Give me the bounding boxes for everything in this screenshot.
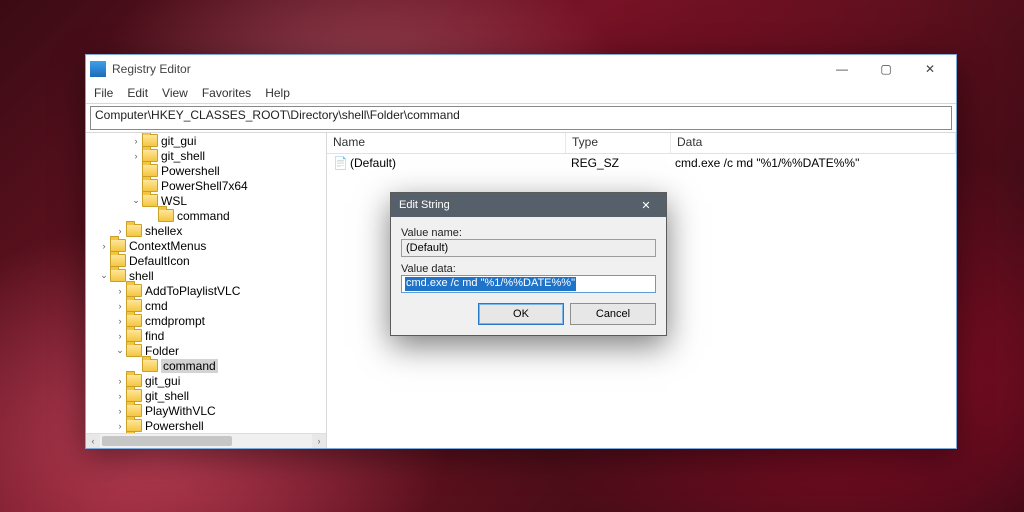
scroll-track[interactable] bbox=[100, 434, 312, 448]
column-header-name[interactable]: Name bbox=[327, 133, 566, 153]
tree-pane: ›git_gui ›git_shell Powershell PowerShel… bbox=[86, 133, 327, 448]
titlebar[interactable]: Registry Editor — ▢ ✕ bbox=[86, 55, 956, 83]
tree-node[interactable]: ⌄shell bbox=[86, 268, 326, 283]
value-name-field bbox=[401, 239, 656, 257]
dialog-titlebar[interactable]: Edit String ✕ bbox=[391, 193, 666, 217]
tree-node[interactable]: ›git_shell bbox=[86, 148, 326, 163]
close-icon: ✕ bbox=[641, 199, 650, 212]
cancel-button[interactable]: Cancel bbox=[570, 303, 656, 325]
value-data-selection: cmd.exe /c md "%1/%%DATE%%" bbox=[405, 277, 576, 291]
column-header-type[interactable]: Type bbox=[566, 133, 671, 153]
minimize-button[interactable]: — bbox=[820, 55, 864, 83]
scroll-left-button[interactable]: ‹ bbox=[86, 434, 100, 448]
tree-horizontal-scrollbar[interactable]: ‹ › bbox=[86, 433, 326, 448]
tree-node[interactable]: ›PlayWithVLC bbox=[86, 403, 326, 418]
tree-node[interactable]: ›shellex bbox=[86, 223, 326, 238]
folder-icon bbox=[142, 359, 158, 372]
ok-button[interactable]: OK bbox=[478, 303, 564, 325]
value-name-cell: (Default) bbox=[350, 156, 396, 170]
folder-icon bbox=[110, 269, 126, 282]
tree-node[interactable]: ⌄Folder bbox=[86, 343, 326, 358]
tree-node[interactable]: Powershell bbox=[86, 163, 326, 178]
tree-node[interactable]: ›git_shell bbox=[86, 388, 326, 403]
folder-icon bbox=[126, 344, 142, 357]
tree-node[interactable]: ›Powershell bbox=[86, 418, 326, 433]
tree-node-selected[interactable]: command bbox=[86, 358, 326, 373]
value-data-cell: cmd.exe /c md "%1/%%DATE%%" bbox=[669, 156, 956, 170]
menubar: File Edit View Favorites Help bbox=[86, 83, 956, 104]
tree-node[interactable]: ›cmd bbox=[86, 298, 326, 313]
tree-node[interactable]: ›git_gui bbox=[86, 373, 326, 388]
window-title: Registry Editor bbox=[112, 62, 820, 76]
value-type-cell: REG_SZ bbox=[565, 156, 669, 170]
column-headers[interactable]: Name Type Data bbox=[327, 133, 956, 154]
value-data-label: Value data: bbox=[401, 263, 656, 275]
tree-node[interactable]: ⌄WSL bbox=[86, 193, 326, 208]
menu-favorites[interactable]: Favorites bbox=[202, 86, 251, 100]
scroll-right-button[interactable]: › bbox=[312, 434, 326, 448]
menu-edit[interactable]: Edit bbox=[127, 86, 148, 100]
app-icon bbox=[90, 61, 106, 77]
tree-node[interactable]: ›git_gui bbox=[86, 133, 326, 148]
tree[interactable]: ›git_gui ›git_shell Powershell PowerShel… bbox=[86, 133, 326, 448]
menu-help[interactable]: Help bbox=[265, 86, 290, 100]
scroll-thumb[interactable] bbox=[102, 436, 232, 446]
tree-node[interactable]: PowerShell7x64 bbox=[86, 178, 326, 193]
edit-string-dialog: Edit String ✕ Value name: Value data: cm… bbox=[390, 192, 667, 336]
tree-node[interactable]: ›ContextMenus bbox=[86, 238, 326, 253]
tree-node[interactable]: ›AddToPlaylistVLC bbox=[86, 283, 326, 298]
dialog-close-button[interactable]: ✕ bbox=[634, 193, 658, 217]
string-value-icon: 📄 bbox=[333, 156, 347, 170]
close-window-button[interactable]: ✕ bbox=[908, 55, 952, 83]
folder-icon bbox=[142, 194, 158, 207]
column-header-data[interactable]: Data bbox=[671, 133, 956, 153]
tree-node[interactable]: DefaultIcon bbox=[86, 253, 326, 268]
dialog-title: Edit String bbox=[399, 199, 634, 211]
folder-icon bbox=[158, 209, 174, 222]
maximize-button[interactable]: ▢ bbox=[864, 55, 908, 83]
address-bar[interactable]: Computer\HKEY_CLASSES_ROOT\Directory\she… bbox=[90, 106, 952, 130]
value-name-label: Value name: bbox=[401, 227, 656, 239]
menu-file[interactable]: File bbox=[94, 86, 113, 100]
tree-node[interactable]: ›find bbox=[86, 328, 326, 343]
folder-icon bbox=[126, 224, 142, 237]
tree-node[interactable]: command bbox=[86, 208, 326, 223]
value-row[interactable]: 📄 (Default) REG_SZ cmd.exe /c md "%1/%%D… bbox=[327, 154, 956, 172]
tree-node[interactable]: ›cmdprompt bbox=[86, 313, 326, 328]
menu-view[interactable]: View bbox=[162, 86, 188, 100]
